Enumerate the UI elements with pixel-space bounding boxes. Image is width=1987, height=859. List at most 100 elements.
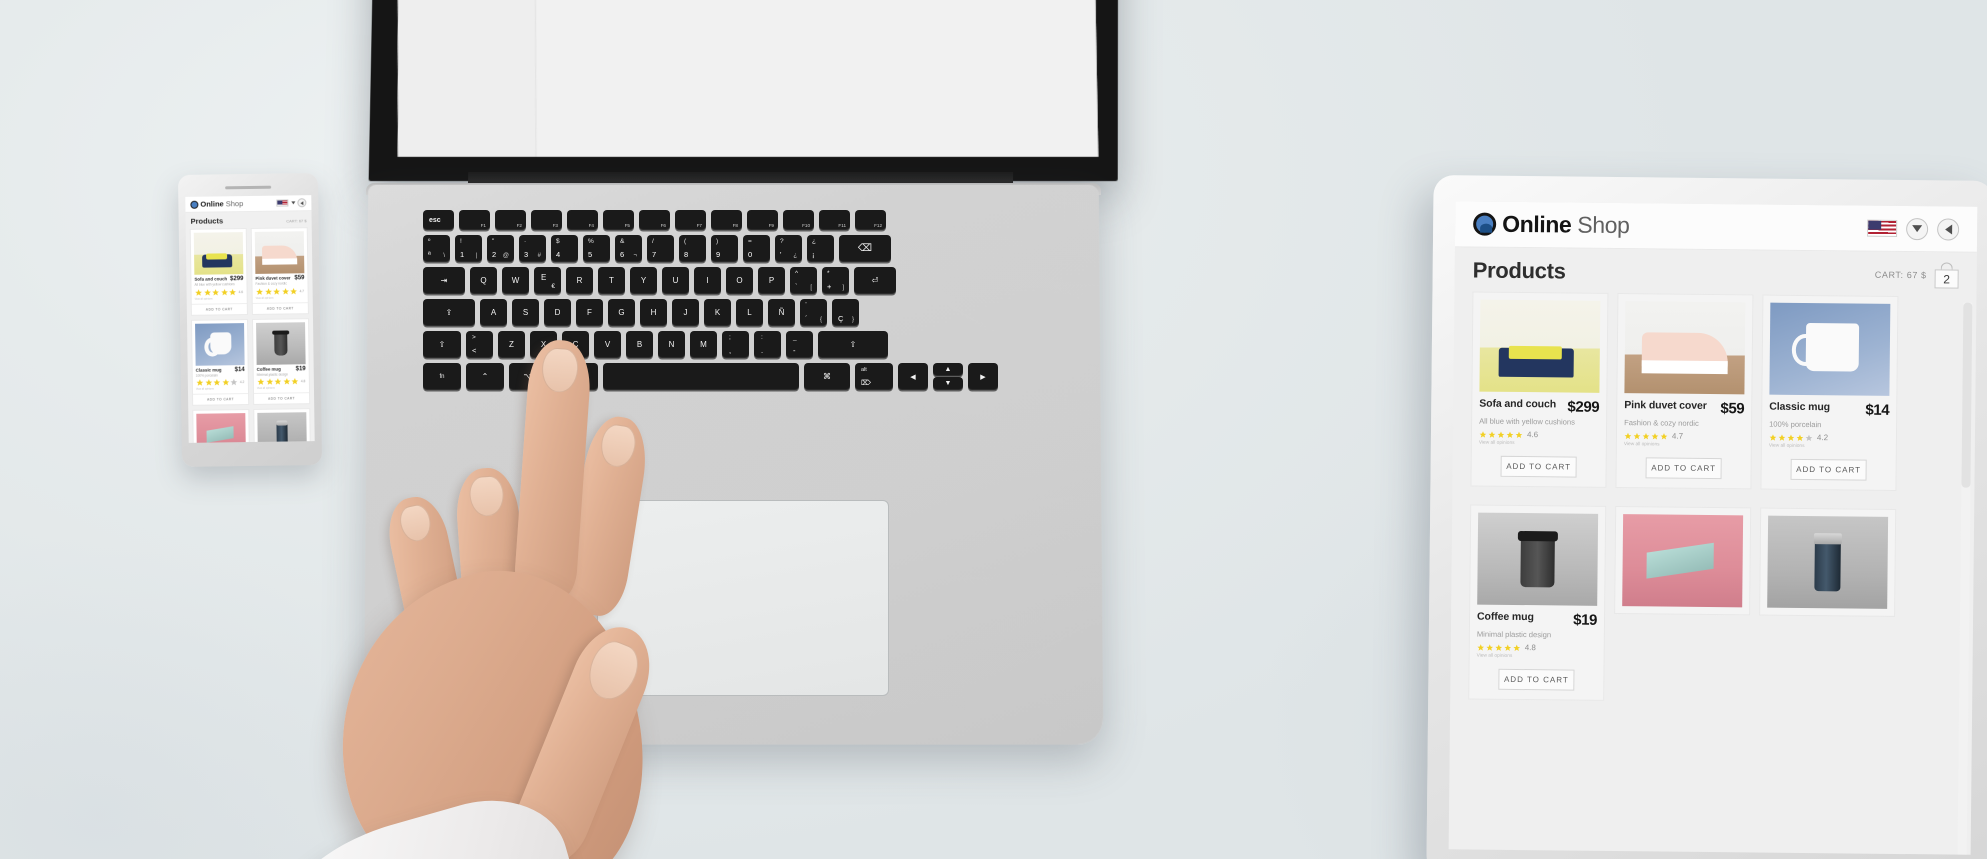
key-backspace[interactable]: ⌫ xyxy=(839,235,891,262)
key-´[interactable]: ¨ ´{ xyxy=(800,299,827,326)
view-opinions-link[interactable]: View all opinions xyxy=(196,387,245,391)
star-icon xyxy=(1660,432,1668,440)
key-u[interactable]: U xyxy=(662,267,689,294)
key-num-8[interactable]: (8 xyxy=(679,235,706,262)
product-card[interactable]: Sofa and couch $299 All blue with yellow… xyxy=(189,228,248,316)
add-to-cart-button[interactable]: ADD TO CART xyxy=(1790,458,1867,481)
key-o[interactable]: O xyxy=(726,267,753,294)
cart-label[interactable]: CART: 67 $ xyxy=(286,218,306,223)
key-r[interactable]: R xyxy=(566,267,593,294)
key-num-6[interactable]: & 6 ¬ xyxy=(615,235,642,262)
view-opinions-link[interactable]: View all opinions xyxy=(1477,654,1597,660)
add-to-cart-button[interactable]: ADD TO CART xyxy=(1645,457,1722,480)
cart-button[interactable]: 2 xyxy=(1934,262,1959,289)
add-to-cart-button[interactable]: ADD TO CART xyxy=(252,301,308,314)
view-opinions-link[interactable]: View all opinions xyxy=(1624,442,1744,448)
key-ç[interactable]: Ç} xyxy=(832,299,859,326)
key-f3[interactable]: F3 xyxy=(531,210,562,230)
key-num-7[interactable]: /7 xyxy=(647,235,674,262)
key-p[interactable]: P xyxy=(758,267,785,294)
add-to-cart-button[interactable]: ADD TO CART xyxy=(1500,455,1577,478)
cart-label: CART: 67 $ xyxy=(1874,269,1927,281)
key-e[interactable]: E € xyxy=(534,267,561,294)
product-card[interactable]: Pink duvet cover $59 Fashion & cozy nord… xyxy=(250,227,309,315)
product-card[interactable]: Pink duvet cover $59 Fashion & cozy nord… xyxy=(1615,293,1754,490)
key-num-'[interactable]: ? ' ¿ xyxy=(775,235,802,262)
key-f2[interactable]: F2 xyxy=(495,210,526,230)
star-icon xyxy=(222,379,229,386)
key-num-2[interactable]: " 2 @ xyxy=(487,235,514,262)
key-f4[interactable]: F4 xyxy=(567,210,598,230)
product-card[interactable]: Navy blue thermo $29 Keep your drinks al… xyxy=(1759,507,1897,617)
key-num-0[interactable]: = 0 xyxy=(743,235,770,262)
key-f6[interactable]: F6 xyxy=(639,210,670,230)
product-name: Sofa and couch xyxy=(1479,397,1557,411)
key-arrow-up[interactable]: ▲ xyxy=(933,363,963,376)
key-f9[interactable]: F9 xyxy=(747,210,778,230)
key-f5[interactable]: F5 xyxy=(603,210,634,230)
key-esc[interactable]: esc xyxy=(423,210,454,230)
key-f1[interactable]: F1 xyxy=(459,210,490,230)
key-arrow-left[interactable]: ◀ xyxy=(898,363,928,390)
key-ñ[interactable]: Ñ xyxy=(768,299,795,326)
key-num-3[interactable]: · 3 # xyxy=(519,235,546,262)
key-num-5[interactable]: % 5 xyxy=(583,235,610,262)
chevron-down-icon[interactable] xyxy=(290,201,295,205)
key-shift[interactable]: ⇧ xyxy=(818,331,888,358)
scrollbar-thumb[interactable] xyxy=(1961,302,1973,488)
key-minus[interactable]: _ - xyxy=(786,331,813,358)
view-opinions-link[interactable]: View all opinions xyxy=(195,297,244,300)
key-enter[interactable]: ⏎ xyxy=(854,267,896,294)
key-num-ª[interactable]: º ª \ xyxy=(423,235,450,262)
key-w[interactable]: W xyxy=(502,267,529,294)
language-dropdown-button[interactable] xyxy=(1906,217,1929,240)
key-f11[interactable]: F11 xyxy=(819,210,850,230)
key-num-1[interactable]: ! 1 | xyxy=(455,235,482,262)
key-num-4[interactable]: $4 xyxy=(551,235,578,262)
view-opinions-link[interactable]: View all opinions xyxy=(257,386,306,390)
key-t[interactable]: T xyxy=(598,267,625,294)
key-alt-right[interactable]: alt ⌦ xyxy=(855,363,893,390)
key-command-right[interactable]: ⌘ xyxy=(804,363,850,390)
key-num-¡[interactable]: ¿ ¡ xyxy=(807,235,834,262)
phone-logo[interactable]: Online Shop xyxy=(190,199,243,209)
key-q[interactable]: Q xyxy=(470,267,497,294)
back-button[interactable] xyxy=(1937,217,1960,241)
tablet-product-grid: Sofa and couch $299 All blue with yellow… xyxy=(1450,291,1976,713)
product-card[interactable]: Sofa and couch $299 All blue with yellow… xyxy=(1470,291,1609,488)
view-opinions-link[interactable]: View all opinions xyxy=(1479,441,1599,447)
laptop-product-grid: ADD TO CART ADD TO CART ADD TO CART xyxy=(534,0,1098,157)
key-f7[interactable]: F7 xyxy=(675,210,706,230)
key-i[interactable]: I xyxy=(694,267,721,294)
key-f12[interactable]: F12 xyxy=(855,210,886,230)
us-flag-icon[interactable] xyxy=(1867,219,1898,237)
keyboard-qwerty-row[interactable]: ⇥ Q W E € R T Y U I O P ^ `[* +] ⏎ xyxy=(423,267,1058,294)
product-card[interactable]: Blue box $19 Your jewelry side 4.6 View … xyxy=(192,409,251,443)
back-button[interactable] xyxy=(297,198,307,208)
star-icon xyxy=(1486,643,1494,651)
key-num-9[interactable]: ) 9 xyxy=(711,235,738,262)
key-arrow-down[interactable]: ▼ xyxy=(933,377,963,390)
key-*[interactable]: * +] xyxy=(822,267,849,294)
arrow-key-cluster[interactable]: ▲ ▼ xyxy=(933,363,963,390)
laptop-website: Faq Terms & Conditions ADD TO CART ADD T… xyxy=(397,0,1099,157)
keyboard-number-row[interactable]: º ª \! 1 | " 2 @ · 3 # $4% 5 & 6 ¬/7(8) 9 = 0? ' ¿ ¿ ¡ ⌫ xyxy=(423,235,1058,262)
key-tab[interactable]: ⇥ xyxy=(423,267,465,294)
add-to-cart-button[interactable]: ADD TO CART xyxy=(191,302,247,315)
product-card[interactable]: Blue box $19 Your jewelry side 4.6 View … xyxy=(1614,506,1752,616)
add-to-cart-button[interactable]: ADD TO CART xyxy=(1498,668,1575,691)
add-to-cart-button[interactable]: ADD TO CART xyxy=(193,393,249,405)
keyboard-function-row[interactable]: esc F1 F2 F3 F4 F5 F6 F7 F8 F9 F10 F11 F12 xyxy=(423,210,1058,230)
product-card[interactable]: Classic mug $14 100% porcelain 4.2 View … xyxy=(190,318,250,406)
product-card[interactable]: Coffee mug $19 Minimal plastic design 4.… xyxy=(1468,504,1607,701)
site-logo[interactable]: Online Shop xyxy=(1473,211,1630,240)
view-opinions-link[interactable]: View all opinions xyxy=(1769,444,1889,450)
view-opinions-link[interactable]: View all opinions xyxy=(256,296,305,299)
key-arrow-right[interactable]: ▶ xyxy=(968,363,998,390)
key-y[interactable]: Y xyxy=(630,267,657,294)
key-f8[interactable]: F8 xyxy=(711,210,742,230)
key-^[interactable]: ^ `[ xyxy=(790,267,817,294)
us-flag-icon[interactable] xyxy=(276,199,289,207)
key-f10[interactable]: F10 xyxy=(783,210,814,230)
product-card[interactable]: Classic mug $14 100% porcelain 4.2 View … xyxy=(1760,294,1899,491)
